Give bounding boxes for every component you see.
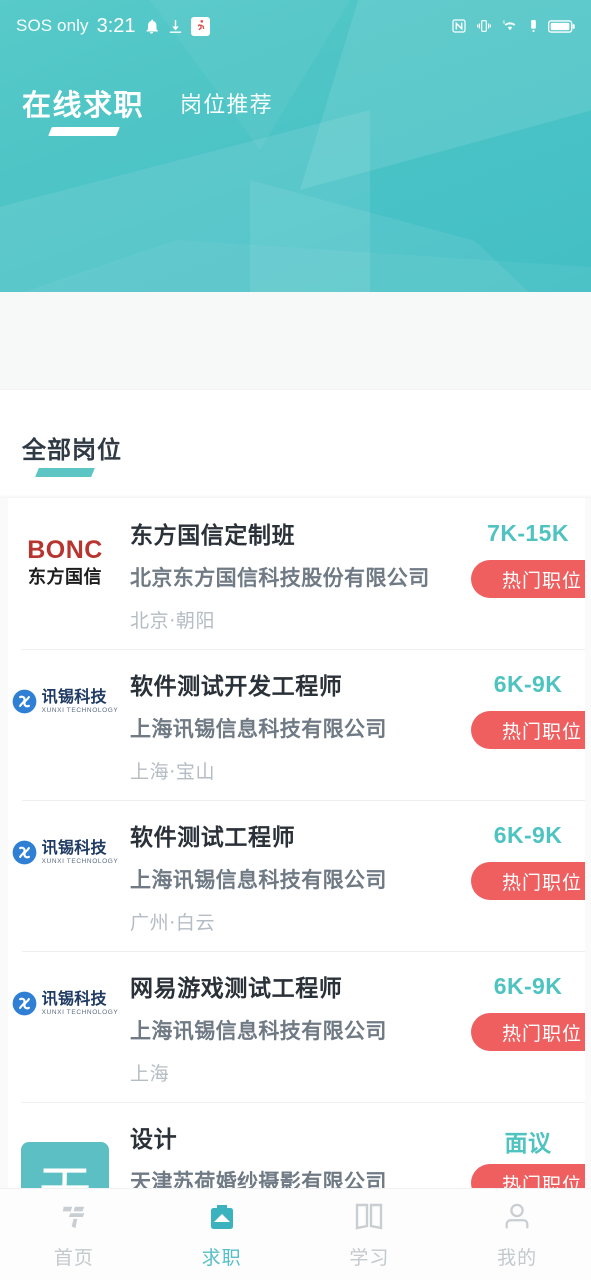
job-title: 设计 [130,1127,178,1153]
job-location: 北京·朝阳 [130,610,216,632]
status-badge: 热门职位 [471,1013,591,1051]
bonc-logo-bottom: 东方国信 [27,567,102,588]
job-list-item[interactable]: 讯锡科技 XUNXI TECHNOLOGY 网易游戏测试工程师 上海讯锡信息科技… [0,951,591,1102]
company-logo: 讯锡科技 XUNXI TECHNOLOGY [0,667,130,715]
nav-item-jobs-label: 求职 [201,1246,242,1269]
nav-item-home[interactable]: 首页 [0,1200,148,1270]
wifi-6-icon: 6 [501,18,519,34]
section-title-underline [35,468,95,477]
job-info: 网易游戏测试工程师 上海讯锡信息科技有限公司 上海 [130,969,465,1086]
tab-job-recommend[interactable]: 岗位推荐 [180,87,273,124]
status-badge: 热门职位 [471,862,591,900]
job-company: 上海讯锡信息科技有限公司 [130,1019,387,1043]
running-app-icon [190,16,210,36]
signal-alert-icon [528,18,539,34]
job-list-item[interactable]: 讯锡科技 XUNXI TECHNOLOGY 软件测试工程师 上海讯锡信息科技有限… [0,800,591,951]
job-meta: 7K-15K 热门职位 [465,516,591,598]
company-logo: 讯锡科技 XUNXI TECHNOLOGY [0,969,130,1017]
bell-icon [143,18,160,35]
briefcase-icon [206,1200,238,1234]
all-jobs-section-header: 全部岗位 [0,390,591,477]
company-logo: 讯锡科技 XUNXI TECHNOLOGY [0,818,130,866]
job-company: 上海讯锡信息科技有限公司 [130,868,387,892]
job-info: 东方国信定制班 北京东方国信科技股份有限公司 北京·朝阳 [130,516,465,633]
nfc-icon [451,18,467,34]
battery-icon [548,19,575,34]
job-title: 网易游戏测试工程师 [130,976,343,1002]
xunxi-logo-en: XUNXI TECHNOLOGY [41,1009,119,1016]
decor-polygon-2 [0,110,370,292]
clock-label: 3:21 [96,14,136,37]
carrier-label: SOS only [16,16,89,35]
tab-active-indicator [48,127,120,136]
nav-item-learn-label: 学习 [349,1246,390,1269]
status-bar-left: SOS only 3:21 [16,15,210,38]
section-title: 全部岗位 [22,436,122,464]
xunxi-mark-icon [12,689,37,714]
job-salary: 6K-9K [493,973,563,999]
status-badge: 热门职位 [471,560,591,598]
header-tabs: 在线求职 岗位推荐 [0,52,591,136]
job-list: BONC 东方国信 东方国信定制班 北京东方国信科技股份有限公司 北京·朝阳 7… [0,497,591,1250]
job-meta: 面议 热门职位 [465,1120,591,1202]
xunxi-mark-icon [12,991,37,1016]
job-location: 上海 [130,1063,170,1085]
job-salary: 7K-15K [487,520,569,546]
xunxi-logo-icon: 讯锡科技 XUNXI TECHNOLOGY [12,840,119,866]
job-salary: 6K-9K [493,671,563,697]
decor-polygon-3 [250,180,580,292]
svg-text:6: 6 [503,19,506,24]
xunxi-logo-en: XUNXI TECHNOLOGY [41,707,119,714]
job-company: 上海讯锡信息科技有限公司 [130,717,387,741]
job-title: 软件测试工程师 [130,825,296,851]
job-title: 软件测试开发工程师 [130,674,343,700]
decor-polygon-5 [0,240,591,292]
vibrate-icon [476,18,492,34]
nav-item-jobs[interactable]: 求职 [148,1200,296,1270]
xunxi-logo-cn: 讯锡科技 [41,687,107,706]
status-badge: 热门职位 [471,711,591,749]
nav-item-profile[interactable]: 我的 [443,1200,591,1270]
nav-item-profile-label: 我的 [497,1246,538,1269]
xunxi-logo-icon: 讯锡科技 XUNXI TECHNOLOGY [12,689,119,715]
status-bar-right: 6 [451,18,575,34]
person-icon [502,1200,532,1234]
job-list-item[interactable]: 讯锡科技 XUNXI TECHNOLOGY 软件测试开发工程师 上海讯锡信息科技… [0,649,591,800]
nav-item-home-label: 首页 [53,1246,94,1269]
job-salary: 6K-9K [493,822,563,848]
xunxi-logo-cn: 讯锡科技 [41,838,107,857]
banner-placeholder-area [0,292,591,390]
job-meta: 6K-9K 热门职位 [465,969,591,1051]
nav-item-learn[interactable]: 学习 [296,1200,444,1270]
app-screen: SOS only 3:21 6 在线求职 岗位推荐 全部岗位 BONC 东方国信… [0,0,591,1280]
status-bar: SOS only 3:21 6 [0,0,591,52]
job-location: 上海·宝山 [130,761,216,783]
job-info: 软件测试开发工程师 上海讯锡信息科技有限公司 上海·宝山 [130,667,465,784]
bonc-logo-icon: BONC 东方国信 [27,538,103,587]
book-icon [353,1200,385,1234]
bonc-logo-top: BONC [27,536,103,564]
xunxi-logo-en: XUNXI TECHNOLOGY [41,858,119,865]
xunxi-mark-icon [12,840,37,865]
company-logo: BONC 东方国信 [0,516,130,587]
job-list-item[interactable]: BONC 东方国信 东方国信定制班 北京东方国信科技股份有限公司 北京·朝阳 7… [0,498,591,649]
job-meta: 6K-9K 热门职位 [465,667,591,749]
download-icon [167,18,184,35]
tab-online-jobs[interactable]: 在线求职 [22,82,145,136]
tab-online-jobs-label: 在线求职 [22,88,145,122]
job-title: 东方国信定制班 [130,523,296,549]
job-company: 北京东方国信科技股份有限公司 [130,566,430,590]
xunxi-logo-icon: 讯锡科技 XUNXI TECHNOLOGY [12,991,119,1017]
job-info: 软件测试工程师 上海讯锡信息科技有限公司 广州·白云 [130,818,465,935]
bottom-navigation: 首页 求职 学习 我的 [0,1188,591,1280]
header-banner: SOS only 3:21 6 在线求职 岗位推荐 [0,0,591,292]
home-glyph-icon [59,1200,89,1234]
job-meta: 6K-9K 热门职位 [465,818,591,900]
job-salary: 面议 [504,1131,552,1157]
job-location: 广州·白云 [130,912,216,934]
tab-job-recommend-label: 岗位推荐 [180,93,273,118]
xunxi-logo-cn: 讯锡科技 [41,989,107,1008]
